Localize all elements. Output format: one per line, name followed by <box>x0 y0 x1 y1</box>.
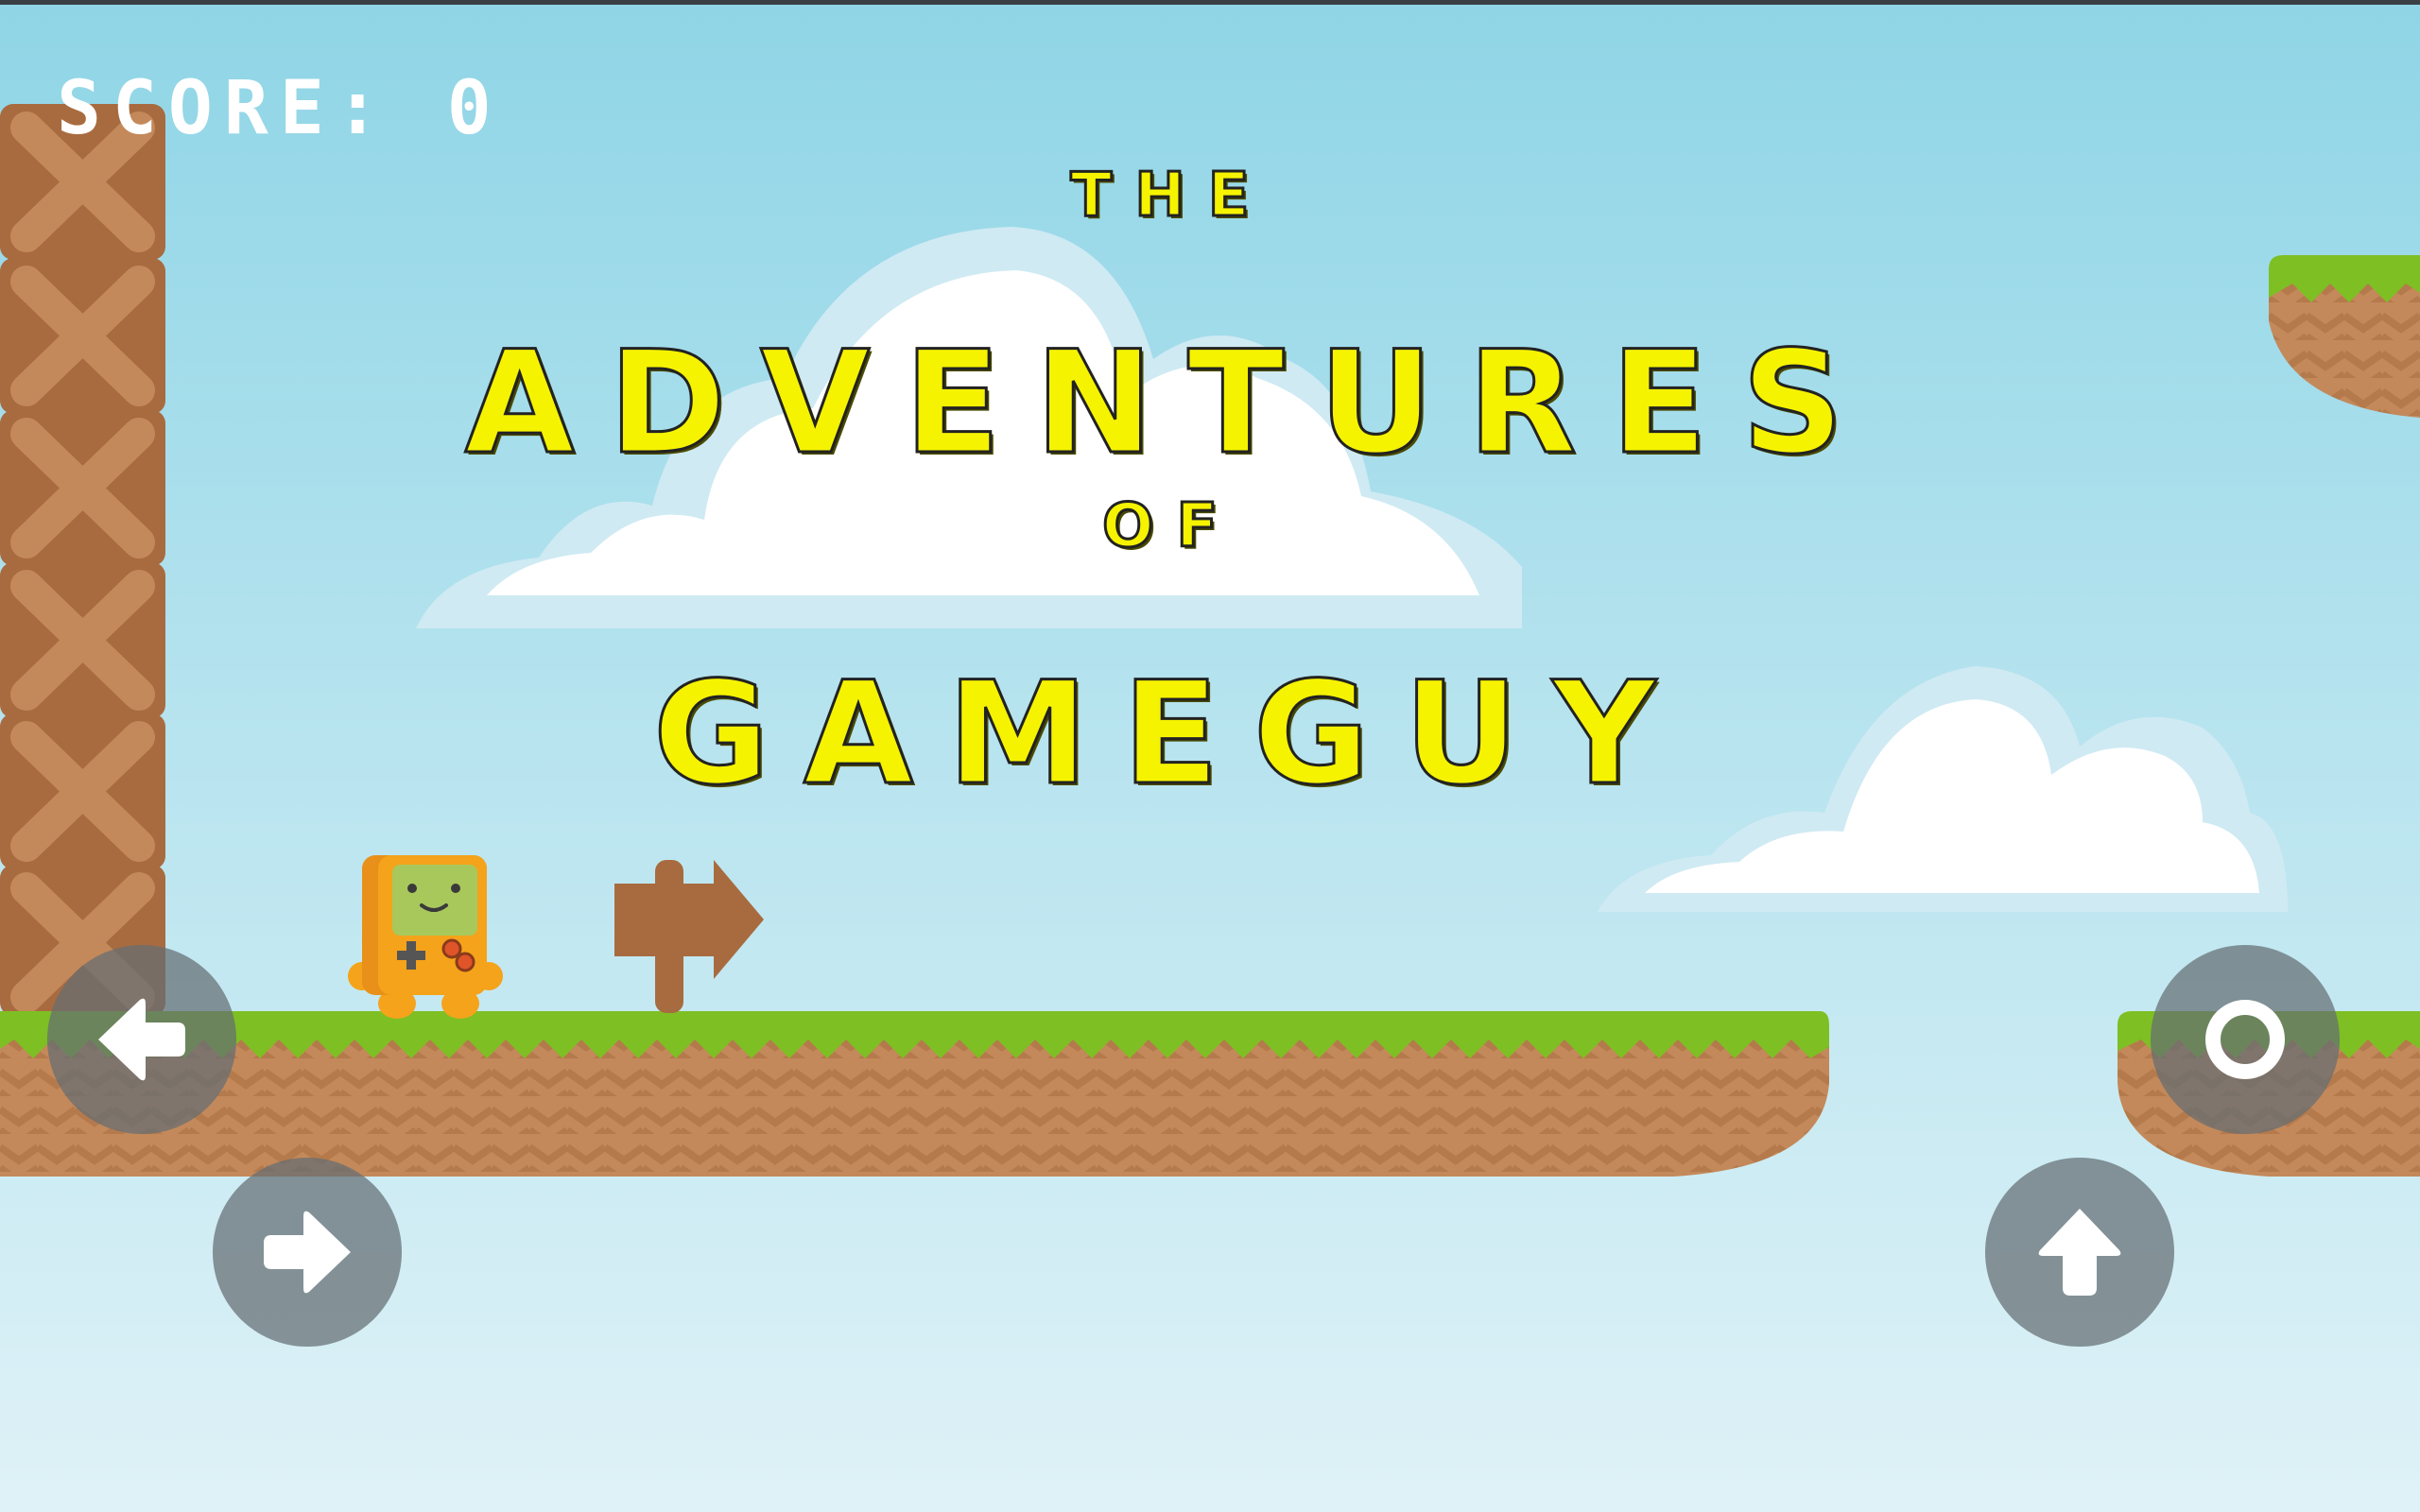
arrow-left-icon <box>98 998 185 1081</box>
title-line-gameguy: GAMEGUY <box>651 651 1690 818</box>
arrow-up-icon <box>2038 1209 2121 1296</box>
jump-button[interactable] <box>1985 1158 2174 1347</box>
title-line-of: OF <box>1100 490 1241 563</box>
gameguy-player <box>348 855 503 1019</box>
title-line-the: THE <box>1069 160 1272 232</box>
ring-icon <box>2205 1000 2285 1079</box>
move-left-button[interactable] <box>47 945 236 1134</box>
arrow-signpost <box>614 860 764 1013</box>
title-line-adventures: ADVENTURES <box>463 320 1878 488</box>
move-right-button[interactable] <box>213 1158 402 1347</box>
ground-platform <box>0 1011 1829 1177</box>
action-button[interactable] <box>2151 945 2340 1134</box>
arrow-right-icon <box>264 1211 351 1294</box>
score-display: SCORE: 0 <box>57 66 503 151</box>
